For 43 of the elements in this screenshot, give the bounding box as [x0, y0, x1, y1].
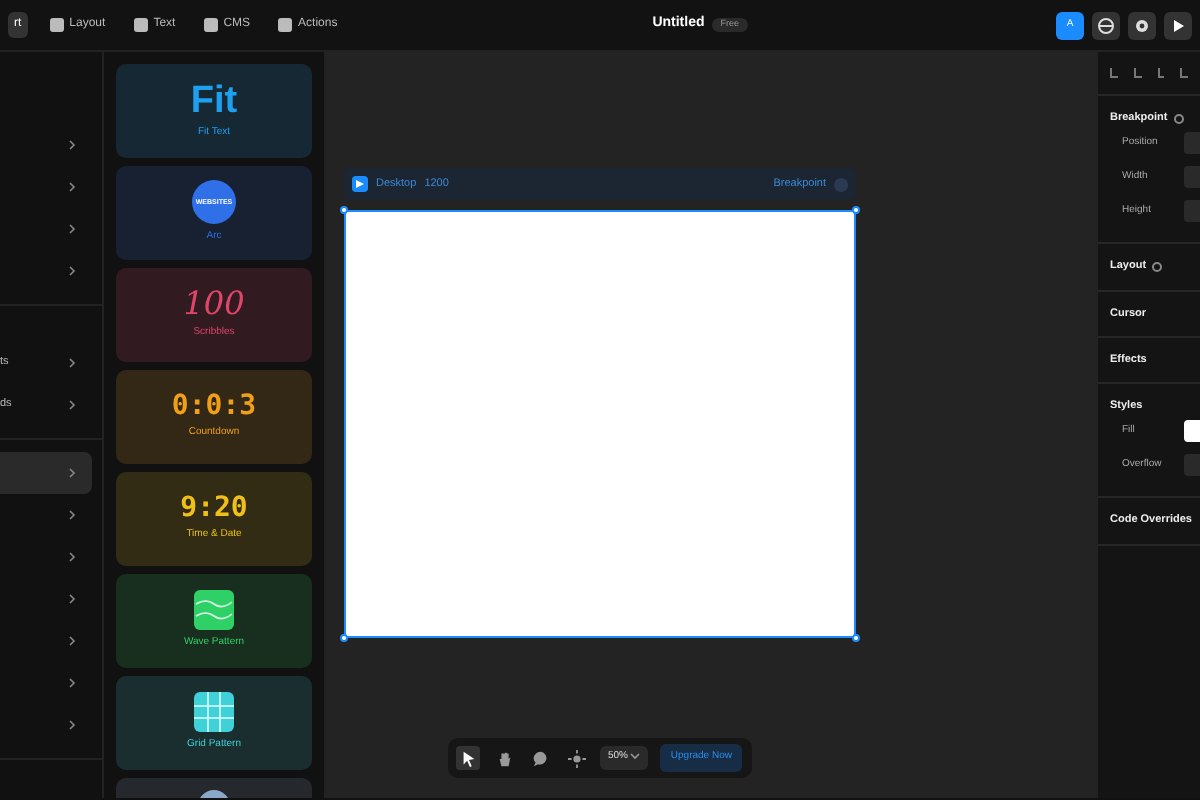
tool-button[interactable] [564, 746, 588, 770]
tab-icon [133, 18, 148, 32]
scribble-logo: 100 [183, 288, 245, 321]
chevron-icon [68, 510, 76, 520]
tab-icon [203, 18, 218, 32]
chevron-icon [68, 266, 76, 276]
chevron-icon [68, 358, 76, 368]
resize-handle[interactable] [852, 634, 860, 642]
hand-icon [495, 749, 513, 767]
chevron-icon [68, 636, 76, 646]
tool-button[interactable] [456, 746, 480, 770]
play-icon [352, 176, 368, 192]
digit-display: 0:0:3 [171, 392, 257, 421]
chevron-icon [68, 678, 76, 688]
comment-icon [531, 749, 549, 767]
chevron-icon [68, 594, 76, 604]
resize-handle[interactable] [852, 206, 860, 214]
tool-button[interactable] [528, 746, 552, 770]
align-icon[interactable] [1110, 68, 1118, 78]
digit-display: 9:20 [180, 494, 248, 523]
chevron-icon [68, 400, 76, 410]
color-swatch[interactable] [1184, 420, 1200, 443]
chevron-icon [68, 140, 76, 150]
pointer-icon [459, 749, 477, 767]
sun-icon [567, 749, 585, 767]
caret-icon [630, 751, 641, 760]
align-icon[interactable] [1133, 68, 1141, 78]
fit-logo: Fit [190, 81, 238, 120]
align-icon[interactable] [1180, 68, 1188, 78]
chevron-icon [68, 552, 76, 562]
chevron-icon [68, 182, 76, 192]
play-icon [1168, 15, 1188, 35]
chevron-icon [68, 720, 76, 730]
chevron-icon [68, 468, 76, 478]
tab-icon [278, 18, 293, 32]
chevron-icon [68, 224, 76, 234]
play-button[interactable] [1164, 11, 1192, 39]
align-icon[interactable] [1157, 68, 1165, 78]
settings-button[interactable] [1128, 11, 1156, 39]
resize-handle[interactable] [340, 206, 348, 214]
tab-icon [49, 18, 64, 32]
resize-handle[interactable] [340, 634, 348, 642]
settings-icon [1132, 15, 1152, 35]
